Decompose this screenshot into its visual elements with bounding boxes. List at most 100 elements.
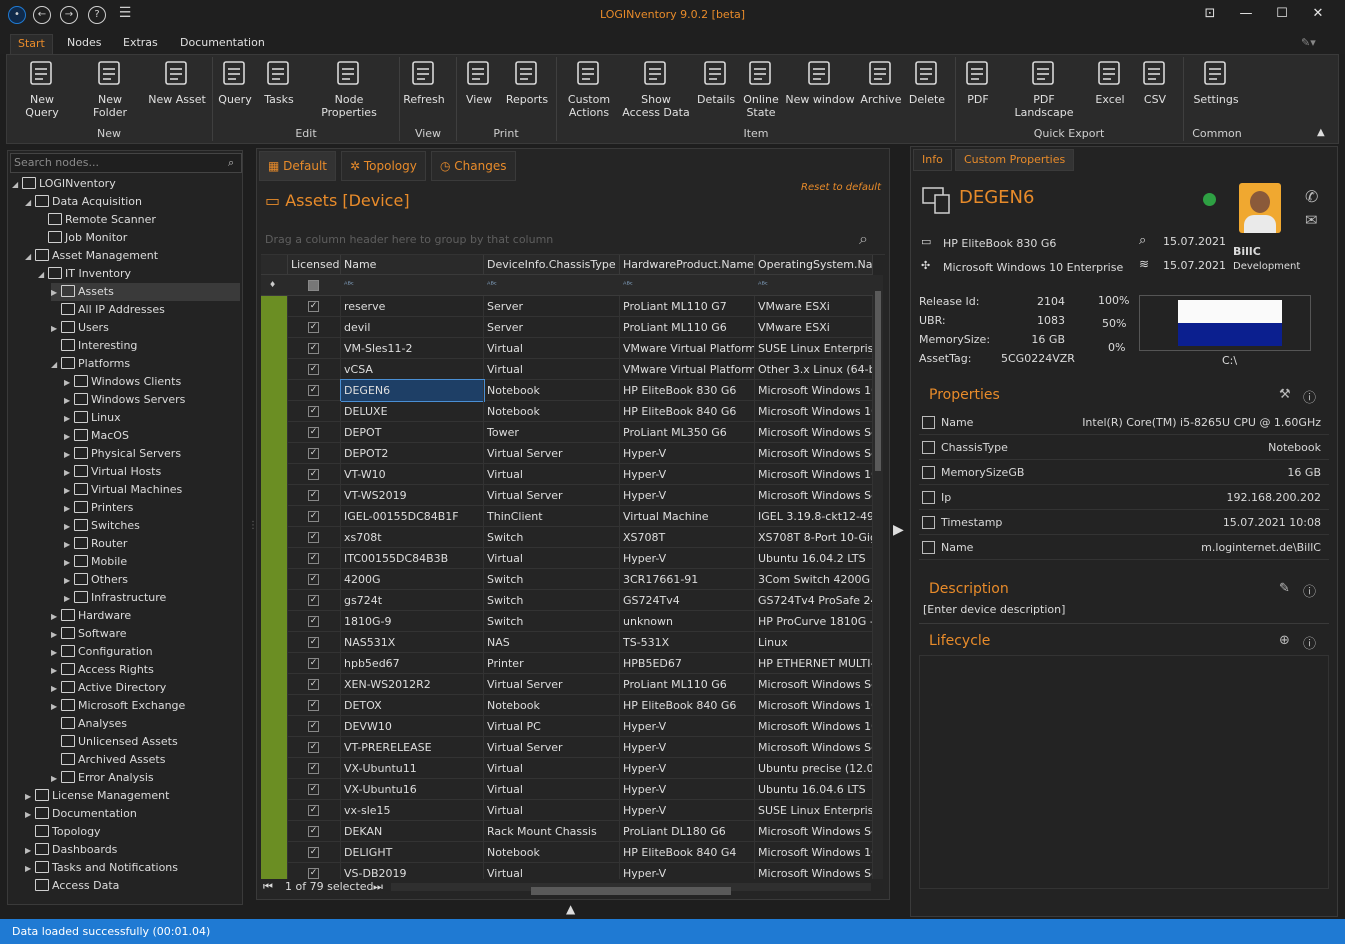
tab-nodes[interactable]: Nodes	[60, 34, 108, 54]
licensed-cell[interactable]: ✓	[288, 506, 341, 527]
licensed-checkbox[interactable]: ✓	[308, 826, 319, 837]
ribbon-button-new-asset[interactable]: New Asset	[147, 57, 207, 123]
description-info-icon[interactable]: ⓘ	[1303, 581, 1316, 600]
collapsed-arrow-icon[interactable]: ▶	[51, 608, 61, 626]
horizontal-scrollbar[interactable]	[391, 883, 871, 895]
header-hardware-product[interactable]: HardwareProduct.Name	[620, 255, 755, 275]
grid-search-icon[interactable]: ⌕	[859, 229, 868, 249]
licensed-checkbox[interactable]: ✓	[308, 427, 319, 438]
operating-system-cell[interactable]: Microsoft Windows 10 I	[755, 464, 873, 485]
mail-icon[interactable]: ✉	[1305, 211, 1318, 229]
expand-right-panel-icon[interactable]: ▶	[893, 522, 904, 538]
name-cell[interactable]: hpb5ed67	[341, 653, 484, 674]
licensed-cell[interactable]: ✓	[288, 527, 341, 548]
chassis-type-cell[interactable]: Virtual	[484, 464, 620, 485]
licensed-checkbox[interactable]: ✓	[308, 343, 319, 354]
hardware-product-cell[interactable]: Hyper-V	[620, 758, 755, 779]
hardware-product-cell[interactable]: Hyper-V	[620, 800, 755, 821]
licensed-checkbox[interactable]: ✓	[308, 616, 319, 627]
operating-system-cell[interactable]: Microsoft Windows Ser	[755, 821, 873, 842]
close-button[interactable]: ✕	[1310, 6, 1326, 22]
table-row[interactable]: ✓ VT-PRERELEASE Virtual Server Hyper-V Micro…	[261, 737, 873, 758]
tree-node-remote-scanner[interactable]: Remote Scanner	[38, 211, 240, 229]
operating-system-cell[interactable]: Ubuntu precise (12.04.	[755, 758, 873, 779]
chassis-type-cell[interactable]: Virtual	[484, 548, 620, 569]
chassis-type-cell[interactable]: Virtual	[484, 863, 620, 879]
collapsed-arrow-icon[interactable]: ▶	[64, 410, 74, 428]
operating-system-cell[interactable]: Other 3.x Linux (64-bit	[755, 359, 873, 380]
tree-node-macos[interactable]: ▶ MacOS	[64, 427, 240, 445]
table-row[interactable]: ✓ VS-DB2019 Virtual Hyper-V Microsoft Window…	[261, 863, 873, 879]
collapsed-arrow-icon[interactable]: ▶	[64, 572, 74, 590]
licensed-checkbox[interactable]: ✓	[308, 469, 319, 480]
ribbon-button-details[interactable]: Details	[697, 57, 735, 123]
filter-pin-icon[interactable]: ♦	[261, 275, 288, 296]
licensed-checkbox[interactable]: ✓	[308, 868, 319, 879]
chassis-type-cell[interactable]: Virtual	[484, 338, 620, 359]
ribbon-button-show-access-data[interactable]: Show Access Data	[621, 57, 691, 123]
chassis-type-cell[interactable]: Virtual	[484, 359, 620, 380]
collapsed-arrow-icon[interactable]: ▶	[25, 842, 35, 860]
chassis-type-cell[interactable]: Rack Mount Chassis	[484, 821, 620, 842]
table-row[interactable]: ✓ VM-Sles11-2 Virtual VMware Virtual Platfo…	[261, 338, 873, 359]
tree-node-license-management[interactable]: ▶ License Management	[25, 787, 240, 805]
tree-node-error-analysis[interactable]: ▶ Error Analysis	[51, 769, 240, 787]
collapsed-arrow-icon[interactable]: ▶	[64, 428, 74, 446]
tree-node-switches[interactable]: ▶ Switches	[64, 517, 240, 535]
tree-node-dashboards[interactable]: ▶ Dashboards	[25, 841, 240, 859]
table-row[interactable]: ✓ VX-Ubuntu11 Virtual Hyper-V Ubuntu precise…	[261, 758, 873, 779]
operating-system-cell[interactable]: Ubuntu 16.04.2 LTS	[755, 548, 873, 569]
group-by-area[interactable]: Drag a column header here to group by th…	[261, 225, 885, 255]
search-icon[interactable]: ⌕	[228, 156, 234, 170]
hardware-product-cell[interactable]: Hyper-V	[620, 737, 755, 758]
ribbon-button-pdf[interactable]: PDF	[959, 57, 997, 123]
licensed-checkbox[interactable]: ✓	[308, 658, 319, 669]
name-cell[interactable]: vCSA	[341, 359, 484, 380]
table-row[interactable]: ✓ DEPOT2 Virtual Server Hyper-V Microsoft Wi…	[261, 443, 873, 464]
hardware-product-cell[interactable]: Hyper-V	[620, 485, 755, 506]
licensed-cell[interactable]: ✓	[288, 863, 341, 879]
ribbon-button-view[interactable]: View	[459, 57, 499, 123]
hardware-product-cell[interactable]: HP EliteBook 840 G6	[620, 401, 755, 422]
edit-icon[interactable]: ✎▾	[1294, 34, 1323, 54]
filter-licensed[interactable]	[288, 275, 341, 296]
tree-node-topology[interactable]: Topology	[25, 823, 240, 841]
collapsed-arrow-icon[interactable]: ▶	[64, 536, 74, 554]
name-cell[interactable]: VX-Ubuntu16	[341, 779, 484, 800]
expanded-arrow-icon[interactable]: ◢	[12, 176, 22, 194]
licensed-checkbox[interactable]: ✓	[308, 700, 319, 711]
operating-system-cell[interactable]: VMware ESXi	[755, 317, 873, 338]
tree-node-analyses[interactable]: Analyses	[51, 715, 240, 733]
name-cell[interactable]: DEPOT	[341, 422, 484, 443]
table-row[interactable]: ✓ XEN-WS2012R2 Virtual Server ProLiant ML11…	[261, 674, 873, 695]
collapsed-arrow-icon[interactable]: ▶	[51, 320, 61, 338]
tree-node-access-data[interactable]: Access Data	[25, 877, 240, 895]
collapsed-arrow-icon[interactable]: ▶	[25, 788, 35, 806]
licensed-cell[interactable]: ✓	[288, 779, 341, 800]
tree-node-router[interactable]: ▶ Router	[64, 535, 240, 553]
chassis-type-cell[interactable]: Virtual	[484, 758, 620, 779]
ribbon-button-pdf-landscape[interactable]: PDF Landscape	[1003, 57, 1085, 123]
chassis-type-cell[interactable]: Server	[484, 317, 620, 338]
tree-node-access-rights[interactable]: ▶ Access Rights	[51, 661, 240, 679]
licensed-checkbox[interactable]: ✓	[308, 406, 319, 417]
licensed-checkbox[interactable]: ✓	[308, 595, 319, 606]
name-cell[interactable]: XEN-WS2012R2	[341, 674, 484, 695]
operating-system-cell[interactable]: Linux	[755, 632, 873, 653]
licensed-cell[interactable]: ✓	[288, 338, 341, 359]
tree-node-tasks-and-notifications[interactable]: ▶ Tasks and Notifications	[25, 859, 240, 877]
ribbon-button-delete[interactable]: Delete	[905, 57, 949, 123]
tab-default[interactable]: ▦ Default	[259, 151, 337, 181]
ribbon-button-new-window[interactable]: New window	[785, 57, 855, 123]
tree-node-unlicensed-assets[interactable]: Unlicensed Assets	[51, 733, 240, 751]
tree-node-printers[interactable]: ▶ Printers	[64, 499, 240, 517]
operating-system-cell[interactable]: HP ETHERNET MULTI-E	[755, 653, 873, 674]
licensed-checkbox[interactable]: ✓	[308, 322, 319, 333]
licensed-checkbox[interactable]: ✓	[308, 763, 319, 774]
licensed-cell[interactable]: ✓	[288, 737, 341, 758]
chassis-type-cell[interactable]: Switch	[484, 590, 620, 611]
tree-node-microsoft-exchange[interactable]: ▶ Microsoft Exchange	[51, 697, 240, 715]
operating-system-cell[interactable]: 3Com Switch 4200G 24	[755, 569, 873, 590]
tree-node-physical-servers[interactable]: ▶ Physical Servers	[64, 445, 240, 463]
operating-system-cell[interactable]: Ubuntu 16.04.6 LTS	[755, 779, 873, 800]
